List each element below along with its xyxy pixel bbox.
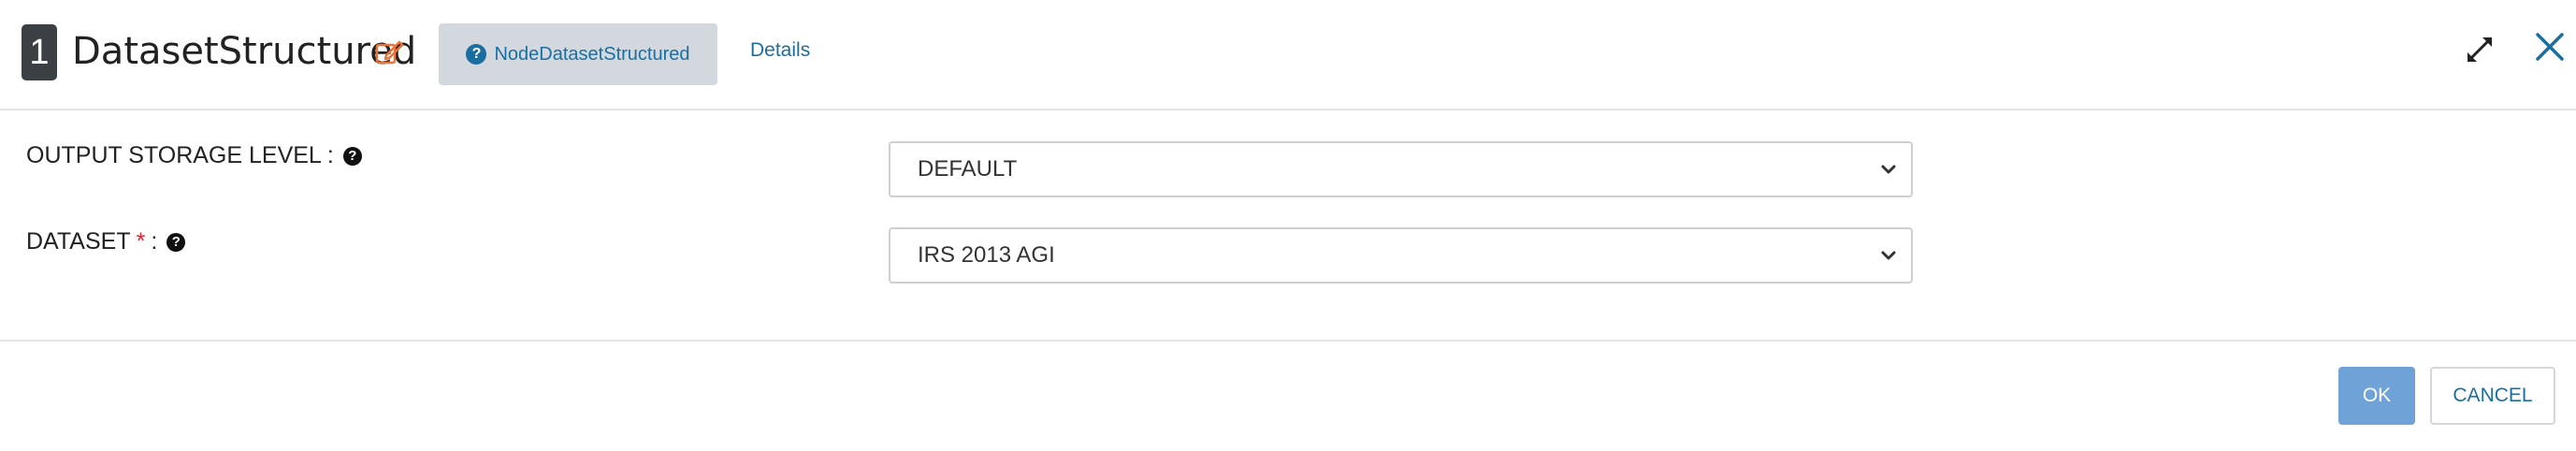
ok-button[interactable]: OK [2338, 367, 2415, 425]
question-circle-icon: ? [466, 44, 487, 65]
output-storage-level-value: DEFAULT [918, 156, 1018, 182]
label-separator: : [151, 228, 158, 255]
help-button-label: NodeDatasetStructured [494, 43, 690, 65]
dataset-value: IRS 2013 AGI [918, 242, 1055, 268]
dialog-header: 1 DatasetStructured ? NodeDatasetStructu… [0, 0, 2576, 110]
output-storage-level-select[interactable]: DEFAULT [889, 141, 1913, 197]
details-link[interactable]: Details [750, 39, 810, 62]
node-number-badge: 1 [22, 24, 57, 80]
close-icon[interactable] [2533, 30, 2567, 64]
output-storage-level-label-text: OUTPUT STORAGE LEVEL [26, 142, 322, 168]
chevron-down-icon [1881, 165, 1896, 174]
question-circle-icon[interactable]: ? [342, 146, 362, 166]
edit-icon[interactable] [374, 37, 404, 67]
required-marker: * [136, 228, 146, 255]
cancel-button[interactable]: CANCEL [2430, 367, 2555, 425]
question-circle-icon[interactable]: ? [166, 232, 186, 252]
footer-divider [0, 340, 2576, 342]
dataset-label: DATASET * : ? [26, 228, 186, 255]
output-storage-level-label: OUTPUT STORAGE LEVEL : ? [26, 142, 362, 169]
help-button[interactable]: ? NodeDatasetStructured [439, 23, 717, 85]
expand-icon[interactable] [2464, 34, 2496, 65]
label-separator: : [326, 142, 334, 168]
dataset-select[interactable]: IRS 2013 AGI [889, 227, 1913, 284]
dataset-label-text: DATASET [26, 228, 131, 255]
dialog-title: DatasetStructured [72, 30, 417, 73]
chevron-down-icon [1881, 251, 1896, 260]
